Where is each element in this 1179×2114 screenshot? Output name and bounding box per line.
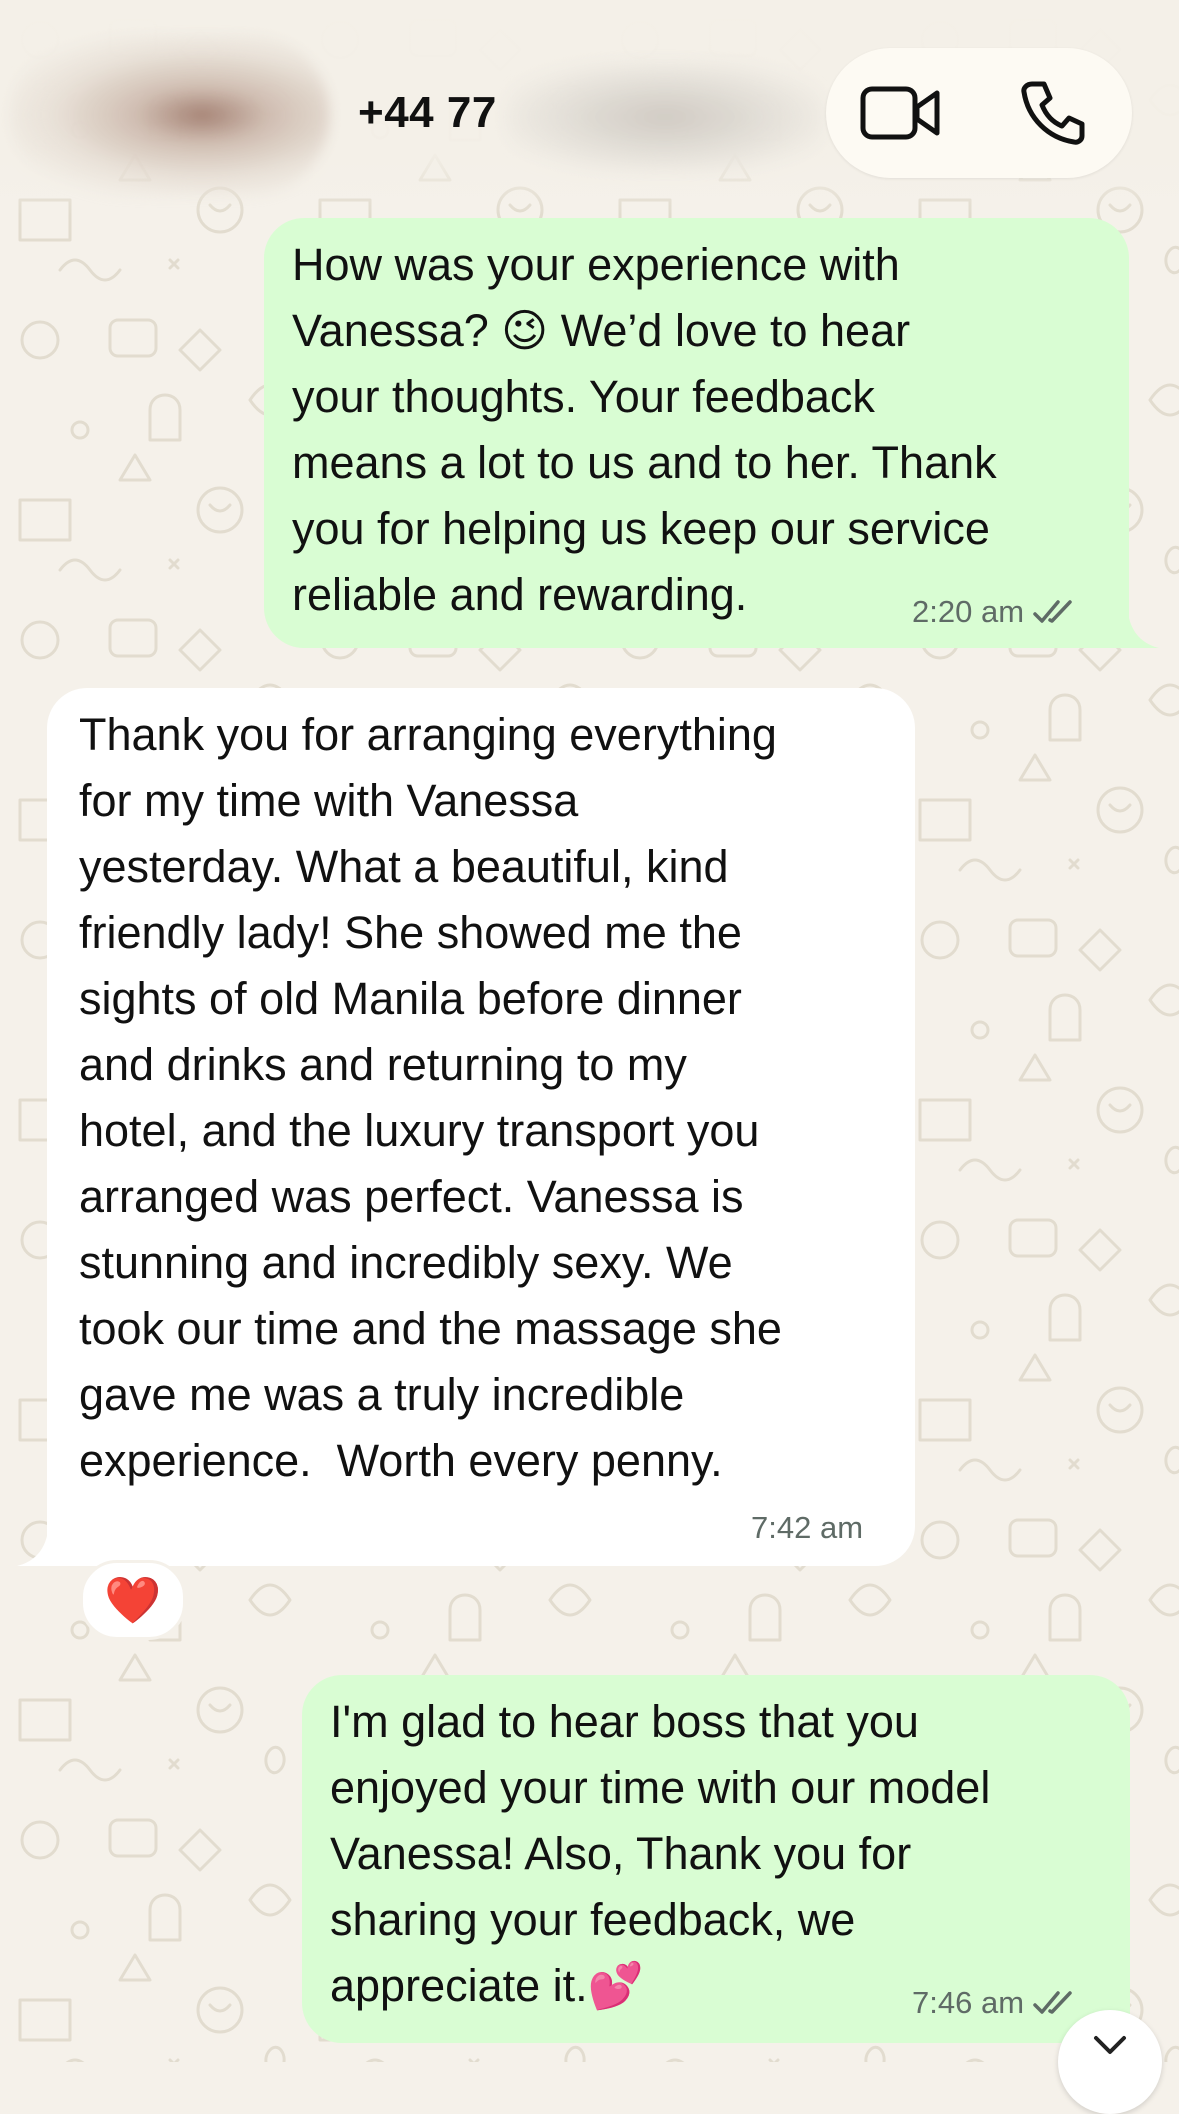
message-line: yesterday. What a beautiful, kind bbox=[79, 841, 729, 892]
reaction-badge[interactable]: ❤️ bbox=[80, 1560, 186, 1640]
message-line: How was your experience with bbox=[292, 239, 900, 290]
scroll-to-bottom-button[interactable] bbox=[1058, 2010, 1162, 2114]
message-line: means a lot to us and to her. Thank bbox=[292, 437, 997, 488]
message-line: experience. Worth every penny. bbox=[79, 1435, 723, 1486]
read-receipt-icon bbox=[1033, 1991, 1072, 2014]
chevron-down-icon bbox=[1094, 2036, 1126, 2054]
message-meta: 7:42 am bbox=[751, 1508, 863, 1548]
message-line: Vanessa! Also, Thank you for bbox=[330, 1828, 912, 1879]
message-line: appreciate it.💕 bbox=[330, 1960, 644, 2011]
bubble-tail bbox=[17, 1536, 47, 1566]
bubble-tail bbox=[1129, 618, 1159, 648]
call-actions bbox=[826, 48, 1132, 178]
message-line: friendly lady! She showed me the bbox=[79, 907, 742, 958]
message-meta: 7:46 am bbox=[912, 1983, 1076, 2023]
message-bubble-outgoing[interactable]: I'm glad to hear boss that you enjoyed y… bbox=[302, 1675, 1130, 2043]
message-bubble-incoming[interactable]: Thank you for arranging everything for m… bbox=[47, 688, 915, 1566]
redacted-name-blur bbox=[505, 62, 825, 172]
message-line: gave me was a truly incredible bbox=[79, 1369, 685, 1420]
contact-name[interactable]: +44 77 bbox=[358, 88, 497, 138]
heart-reaction-icon: ❤️ bbox=[104, 1574, 162, 1626]
message-line: sights of old Manila before dinner bbox=[79, 973, 742, 1024]
message-line: hotel, and the luxury transport you bbox=[79, 1105, 760, 1156]
message-line: reliable and rewarding. bbox=[292, 569, 748, 620]
phone-icon bbox=[1021, 81, 1085, 145]
message-line: Vanessa? 😉 We’d love to hear bbox=[292, 305, 911, 356]
message-line: Thank you for arranging everything bbox=[79, 709, 777, 760]
message-time: 7:46 am bbox=[912, 1985, 1025, 2020]
message-line: enjoyed your time with our model bbox=[330, 1762, 991, 1813]
message-line: for my time with Vanessa bbox=[79, 775, 579, 826]
message-line: I'm glad to hear boss that you bbox=[330, 1696, 919, 1747]
video-camera-icon bbox=[860, 86, 940, 140]
message-line: sharing your feedback, we bbox=[330, 1894, 856, 1945]
message-line: and drinks and returning to my bbox=[79, 1039, 687, 1090]
message-time: 7:42 am bbox=[751, 1510, 864, 1545]
read-receipt-icon bbox=[1033, 600, 1072, 623]
message-line: you for helping us keep our service bbox=[292, 503, 990, 554]
message-line: arranged was perfect. Vanessa is bbox=[79, 1171, 744, 1222]
chat-header: +44 77 bbox=[0, 0, 1179, 215]
message-meta: 2:20 am bbox=[912, 592, 1076, 632]
message-time: 2:20 am bbox=[912, 594, 1025, 629]
message-line: took our time and the massage she bbox=[79, 1303, 782, 1354]
video-call-button[interactable] bbox=[856, 68, 946, 158]
message-bubble-outgoing[interactable]: How was your experience with Vanessa? 😉 … bbox=[264, 218, 1129, 648]
message-line: stunning and incredibly sexy. We bbox=[79, 1237, 733, 1288]
voice-call-button[interactable] bbox=[1008, 68, 1098, 158]
message-line: your thoughts. Your feedback bbox=[292, 371, 875, 422]
avatar[interactable] bbox=[10, 35, 330, 195]
